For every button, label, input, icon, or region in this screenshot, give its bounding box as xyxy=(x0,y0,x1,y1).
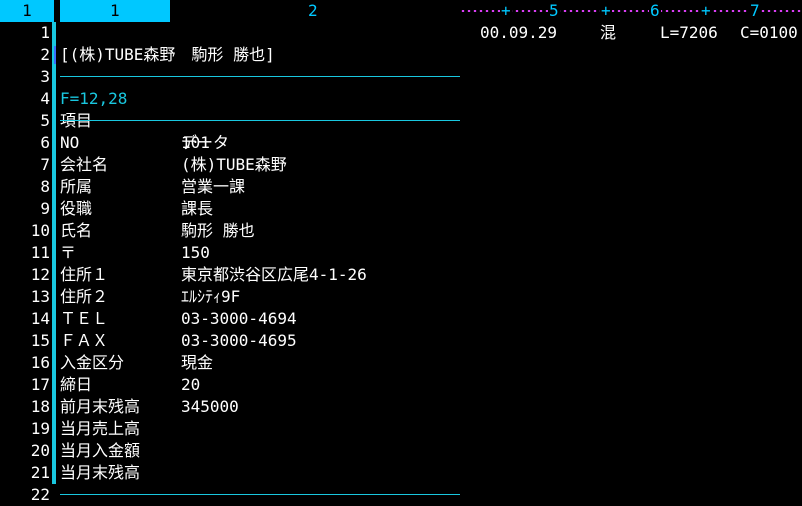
line-number: 20 xyxy=(30,441,50,460)
field-value: 03-3000-4695 xyxy=(181,331,297,350)
table-row[interactable]: 住所１ 東京都渋谷区広尾4-1-26 xyxy=(60,264,460,286)
field-label: 所属 xyxy=(60,177,93,196)
field-label: 住所２ xyxy=(60,287,109,306)
field-label: 入金区分 xyxy=(60,353,125,372)
header-label: 項目 xyxy=(60,111,93,130)
field-value: 駒形 勝也 xyxy=(181,221,255,240)
line-number: 5 xyxy=(40,111,50,130)
field-label: NO xyxy=(60,133,80,152)
status-date: 00.09.29 xyxy=(480,23,558,42)
line-number-gutter: 1 2 3 4 5 6 7 8 9 10 11 12 13 14 15 16 17 18 19 20 21 22 xyxy=(0,22,54,505)
line-number: 21 xyxy=(30,463,50,482)
line-number: 2 xyxy=(40,45,50,64)
table-row[interactable]: 当月末残高 xyxy=(60,462,460,484)
table-header: 項目 データ xyxy=(60,88,460,152)
table-row[interactable]: 前月末残高 345000 xyxy=(60,396,460,418)
table-row[interactable]: 役職 課長 xyxy=(60,198,460,220)
field-value: 345000 xyxy=(181,397,239,416)
ruler-tick-marks: + 5 + 6 + 7 xyxy=(460,0,802,22)
text-cursor xyxy=(54,46,56,64)
ruler-mark: 5 xyxy=(548,0,560,22)
divider-top xyxy=(60,76,460,77)
ruler-mark: 6 xyxy=(649,0,661,22)
status-area: 00.09.29 混 L=7206 C=0100 xyxy=(480,22,798,154)
table-row[interactable]: 住所２ ｴﾙｼﾃｨ9F xyxy=(60,286,460,308)
ruler-row-label: 1 xyxy=(0,0,54,22)
divider-bottom xyxy=(60,494,460,495)
field-label: ＴＥＬ xyxy=(60,309,109,328)
editor-content[interactable]: [(株)TUBE森野 駒形 勝也] 00.09.29 混 L=7206 C=01… xyxy=(54,22,802,505)
line-number: 4 xyxy=(40,89,50,108)
table-row[interactable]: 当月入金額 xyxy=(60,440,460,462)
line-number: 15 xyxy=(30,331,50,350)
table-row[interactable]: ＴＥＬ 03-3000-4694 xyxy=(60,308,460,330)
line-number: 14 xyxy=(30,309,50,328)
field-value: 101 xyxy=(181,133,210,152)
line-number: 18 xyxy=(30,397,50,416)
field-label: ＦＡＸ xyxy=(60,331,109,350)
line-number: 19 xyxy=(30,419,50,438)
field-label: 締日 xyxy=(60,375,93,394)
field-label: 前月末残高 xyxy=(60,397,141,416)
line-number: 13 xyxy=(30,287,50,306)
line-number: 17 xyxy=(30,375,50,394)
field-label: 役職 xyxy=(60,199,93,218)
status-mode: 混 xyxy=(600,23,617,42)
field-value: 課長 xyxy=(181,199,214,218)
field-label: 〒 xyxy=(60,243,77,262)
field-label: 会社名 xyxy=(60,155,109,174)
field-value: 20 xyxy=(181,375,201,394)
format-line[interactable]: F=12,28 xyxy=(54,44,127,108)
table-row[interactable]: 会社名 (株)TUBE森野 xyxy=(60,154,460,176)
field-value: 東京都渋谷区広尾4-1-26 xyxy=(181,265,367,284)
status-col-info: C=0100 xyxy=(740,23,798,42)
line-number: 6 xyxy=(40,133,50,152)
table-row[interactable]: 所属 営業一課 xyxy=(60,176,460,198)
field-value: 03-3000-4694 xyxy=(181,309,297,328)
line-number: 12 xyxy=(30,265,50,284)
field-value: ｴﾙｼﾃｨ9F xyxy=(181,287,241,306)
field-label: 当月売上高 xyxy=(60,419,141,438)
table-row[interactable]: 締日 20 xyxy=(60,374,460,396)
status-line-info: L=7206 xyxy=(660,23,718,42)
field-label: 当月末残高 xyxy=(60,463,141,482)
ruler-mark: + xyxy=(600,0,612,22)
table-row[interactable]: 〒 150 xyxy=(60,242,460,264)
line-number: 9 xyxy=(40,199,50,218)
table-row[interactable]: 当月売上高 xyxy=(60,418,460,440)
line-number: 16 xyxy=(30,353,50,372)
table-row[interactable]: 入金区分 現金 xyxy=(60,352,460,374)
field-value: 営業一課 xyxy=(181,177,246,196)
line-number: 1 xyxy=(40,23,50,42)
table-row[interactable]: 氏名 駒形 勝也 xyxy=(60,220,460,242)
line-number: 7 xyxy=(40,155,50,174)
ruler-column-1: 1 xyxy=(60,0,170,22)
line-number: 11 xyxy=(30,243,50,262)
field-label: 当月入金額 xyxy=(60,441,141,460)
field-label: 住所１ xyxy=(60,265,109,284)
table-row[interactable]: NO 101 xyxy=(60,132,460,154)
column-ruler: 1 1 2 + 5 + 6 + 7 xyxy=(0,0,802,22)
line-number: 22 xyxy=(30,485,50,504)
field-label: 氏名 xyxy=(60,221,93,240)
field-value: 現金 xyxy=(181,353,214,372)
divider-header xyxy=(60,120,460,121)
table-row[interactable]: ＦＡＸ 03-3000-4695 xyxy=(60,330,460,352)
ruler-mark: + xyxy=(500,0,512,22)
field-value: (株)TUBE森野 xyxy=(181,155,287,174)
ruler-mark: 7 xyxy=(749,0,761,22)
line-number: 10 xyxy=(30,221,50,240)
ruler-mark: + xyxy=(700,0,712,22)
ruler-column-2: 2 xyxy=(170,0,460,22)
line-number: 8 xyxy=(40,177,50,196)
line-number: 3 xyxy=(40,67,50,86)
field-value: 150 xyxy=(181,243,210,262)
